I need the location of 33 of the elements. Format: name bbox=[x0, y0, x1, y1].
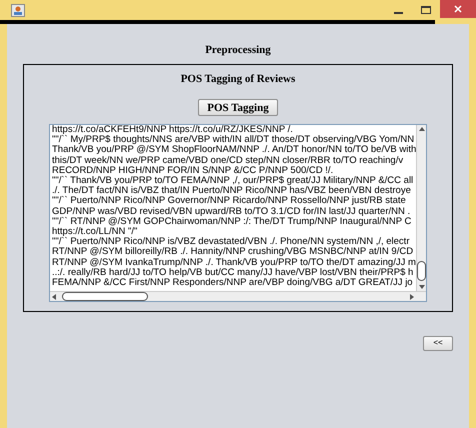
horizontal-scrollbar[interactable] bbox=[50, 291, 426, 301]
output-line: https://t.co/LL/NN "/" bbox=[52, 227, 138, 238]
scroll-right-icon[interactable] bbox=[410, 294, 414, 300]
output-line: RT/NNP @/SYM IvankaTrump/NNP ./. Thank/VB you/PRP to/TO the/DT amazing/JJ m bbox=[52, 258, 416, 268]
output-line: ..:/. really/RB hard/JJ to/TO help/VB but/CC many/JJ have/VBP lost/VBN their/PRP$ h bbox=[52, 268, 414, 278]
output-text-area[interactable] bbox=[49, 124, 427, 302]
output-line: RT/NNP @/SYM billoreilly/RB ./. Hannity/NNP crushing/VBG MSNBC/NNP at/IN 9/CD bbox=[52, 247, 414, 258]
scroll-thumb[interactable] bbox=[417, 261, 426, 281]
vertical-scrollbar[interactable] bbox=[416, 125, 426, 291]
pos-tagging-button[interactable]: POS Tagging bbox=[198, 99, 278, 116]
back-button[interactable]: << bbox=[423, 336, 453, 350]
output-line: ""/`` RT/NNP @/SYM GOPChairwoman/NNP :/: The/DT Trump/NNP Inaugural/NNP C bbox=[52, 216, 412, 227]
output-line: ""/`` Thank/VB you/PRP to/TO FEMA/NNP ,/, our/PRP$ great/JJ Military/NNP &/CC all bbox=[52, 176, 414, 186]
output-line: this/DT week/NN we/PRP came/VBD one/CD step/NN closer/RBR to/TO reaching/v bbox=[52, 156, 404, 166]
scroll-left-icon[interactable] bbox=[52, 294, 56, 300]
close-button[interactable] bbox=[440, 0, 476, 18]
panel-title: POS Tagging of Reviews bbox=[180, 72, 296, 86]
output-line: ./. The/DT fact/NN is/VBZ that/IN Puerto/NNP Rico/NNP has/VBZ been/VBN destroye bbox=[52, 186, 411, 196]
output-line: Thank/VB you/PRP @/SYM ShopFloorNAM/NNP ./. An/DT honor/NN to/TO be/VB with bbox=[52, 145, 416, 156]
output-line: FEMA/NNP &/CC First/NNP Responders/NNP are/VBP doing/VBG a/DT GREAT/JJ jo bbox=[52, 278, 413, 288]
app-icon bbox=[11, 4, 25, 16]
heading: Preprocessing bbox=[205, 43, 271, 58]
scroll-up-icon[interactable] bbox=[418, 127, 424, 131]
maximize-icon[interactable] bbox=[421, 6, 431, 14]
output-line: RECORD/NNP HIGH/NNP FOR/IN S/NNP &/CC P/NNP 500/CD !/. bbox=[52, 166, 334, 176]
close-icon bbox=[454, 5, 462, 13]
output-line: https://t.co/aCKFEHt9/NNP https://t.co/u/RZ/JKES/NNP /. bbox=[52, 125, 293, 135]
scroll-down-icon[interactable] bbox=[418, 285, 424, 289]
output-line: ""/`` Puerto/NNP Rico/NNP is/VBZ devastated/VBN ./. Phone/NN system/NN ,/, electr bbox=[52, 237, 410, 248]
output-line: ""/`` My/PRP$ thoughts/NNS are/VBP with/IN all/DT those/DT observing/VBG Yom/NN bbox=[52, 135, 414, 146]
output-line: GDP/NNP was/VBD revised/VBN upward/RB to/TO 3.1/CD for/IN last/JJ quarter/NN . bbox=[52, 206, 410, 217]
output-line: ""/`` Puerto/NNP Rico/NNP Governor/NNP Ricardo/NNP Rossello/NNP just/RB state bbox=[52, 196, 406, 207]
scroll-thumb[interactable] bbox=[62, 292, 148, 301]
